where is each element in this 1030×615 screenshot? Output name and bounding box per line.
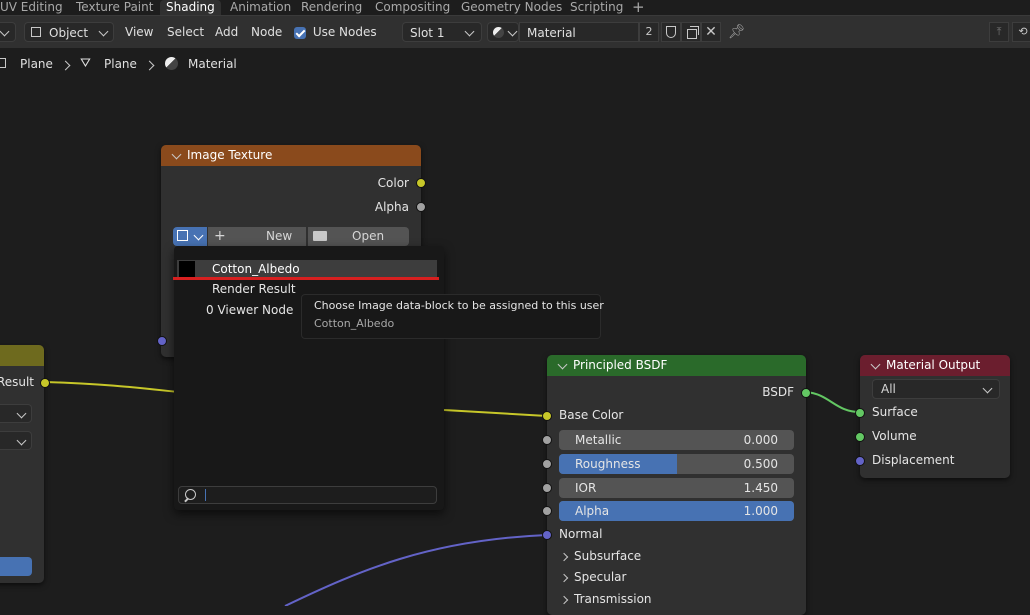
chevron-right-icon	[559, 552, 569, 562]
principled-bsdf-node[interactable]: Principled BSDF BSDF Base Color Metallic…	[547, 355, 806, 615]
chevron-down-icon	[982, 383, 993, 394]
image-icon	[177, 230, 188, 241]
partial-node[interactable]: Result	[0, 345, 44, 583]
alpha-output-label: Alpha	[374, 200, 409, 214]
link-normal	[284, 534, 548, 606]
tooltip-description: Choose Image data-block to be assigned t…	[314, 299, 604, 312]
displacement-socket[interactable]	[855, 456, 865, 466]
collapse-chevron-icon[interactable]	[557, 359, 568, 370]
roughness-field[interactable]: Roughness 0.500	[559, 454, 794, 474]
alpha-output-socket[interactable]	[416, 202, 426, 212]
bsdf-output-socket[interactable]	[801, 388, 811, 398]
link-result-yellow	[44, 381, 179, 393]
surface-socket[interactable]	[855, 408, 865, 418]
ior-value: 1.450	[743, 481, 778, 495]
base-color-label: Base Color	[559, 408, 624, 422]
folder-icon	[313, 231, 327, 241]
normal-label: Normal	[559, 527, 603, 541]
result-output-label: Result	[0, 375, 34, 389]
chevron-right-icon	[559, 573, 569, 583]
surface-label: Surface	[872, 405, 918, 419]
alpha-label: Alpha	[575, 504, 610, 518]
new-image-button[interactable]: + New	[208, 227, 306, 246]
image-thumbnail	[179, 261, 195, 277]
node-title: Principled BSDF	[573, 358, 668, 372]
color-output-label: Color	[377, 176, 409, 190]
ior-field[interactable]: IOR 1.450	[559, 478, 794, 498]
normal-socket[interactable]	[542, 530, 552, 540]
color-output-socket[interactable]	[416, 178, 426, 188]
chevron-down-icon	[193, 230, 204, 241]
volume-socket[interactable]	[855, 432, 865, 442]
chevron-right-icon	[559, 595, 569, 605]
link-color-basecolor	[443, 409, 548, 417]
specular-label: Specular	[574, 570, 627, 584]
result-output-socket[interactable]	[40, 378, 50, 388]
ior-label: IOR	[575, 481, 597, 495]
open-label: Open	[352, 229, 385, 243]
material-output-header[interactable]: Material Output	[860, 355, 1010, 376]
image-item-render-result[interactable]: Render Result	[212, 282, 296, 296]
link-bsdf-surface	[805, 391, 861, 413]
image-item-viewer-node[interactable]: 0 Viewer Node	[206, 303, 293, 317]
volume-label: Volume	[872, 429, 917, 443]
image-search-field[interactable]	[178, 486, 437, 504]
metallic-value: 0.000	[743, 433, 778, 447]
material-output-node[interactable]: Material Output All Surface Volume Displ…	[860, 355, 1010, 478]
target-dropdown[interactable]: All	[872, 379, 1000, 399]
text-cursor	[205, 489, 206, 501]
alpha-field[interactable]: Alpha 1.000	[559, 501, 794, 521]
base-color-socket[interactable]	[542, 411, 552, 421]
chevron-down-icon	[16, 435, 27, 446]
bsdf-output-label: BSDF	[762, 385, 794, 399]
plus-icon: +	[214, 228, 226, 244]
metallic-field[interactable]: Metallic 0.000	[559, 430, 794, 450]
partial-dropdown-1[interactable]	[0, 404, 32, 423]
image-browser-popup: Cotton_Albedo Render Result 0 Viewer Nod…	[173, 246, 444, 510]
alpha-socket[interactable]	[542, 506, 552, 516]
partial-node-header	[0, 345, 44, 366]
image-browse-button[interactable]	[173, 227, 207, 246]
principled-bsdf-header[interactable]: Principled BSDF	[547, 355, 806, 376]
image-texture-header[interactable]: Image Texture	[161, 145, 421, 166]
node-title: Image Texture	[187, 148, 273, 162]
partial-blue-field[interactable]	[0, 557, 32, 576]
displacement-label: Displacement	[872, 453, 955, 467]
alpha-value: 1.000	[743, 504, 778, 518]
target-label: All	[881, 382, 896, 396]
vector-input-socket[interactable]	[157, 336, 167, 346]
open-image-button[interactable]: Open	[308, 227, 409, 246]
tooltip-value: Cotton_Albedo	[314, 317, 395, 330]
roughness-value: 0.500	[743, 457, 778, 471]
highlight-underline	[173, 277, 439, 280]
tooltip: Choose Image data-block to be assigned t…	[301, 294, 604, 339]
subsurface-label: Subsurface	[574, 549, 642, 563]
roughness-label: Roughness	[575, 457, 641, 471]
roughness-socket[interactable]	[542, 459, 552, 469]
collapse-chevron-icon[interactable]	[171, 149, 182, 160]
ior-socket[interactable]	[542, 483, 552, 493]
image-item-label: Cotton_Albedo	[212, 262, 300, 276]
metallic-socket[interactable]	[542, 435, 552, 445]
metallic-label: Metallic	[575, 433, 622, 447]
new-label: New	[266, 229, 293, 243]
image-item-cotton-albedo[interactable]: Cotton_Albedo	[177, 260, 437, 278]
node-title: Material Output	[886, 358, 981, 372]
chevron-down-icon	[16, 408, 27, 419]
partial-dropdown-2[interactable]	[0, 431, 32, 450]
transmission-label: Transmission	[574, 592, 652, 606]
collapse-chevron-icon[interactable]	[870, 359, 881, 370]
